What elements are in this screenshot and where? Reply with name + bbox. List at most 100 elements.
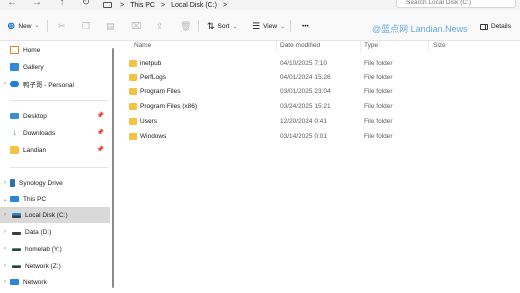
folder-icon (10, 146, 19, 154)
column-header-date-modified[interactable]: Date modified (280, 42, 320, 49)
toolbar-divider (198, 20, 199, 32)
address-bar-row: ← → ↑ ↻ > This PC > Local Disk (C:) > Se… (0, 0, 520, 10)
folder-icon (129, 133, 137, 140)
new-button[interactable]: ⊕ New ⌄ (7, 20, 39, 32)
pin-icon[interactable]: 📌 (97, 146, 104, 153)
file-date: 04/10/2025 7:10 (280, 60, 327, 67)
sidebar-item-landian[interactable]: Landian 📌 (0, 142, 110, 158)
file-type: File folder (364, 88, 393, 95)
share-icon: ⇪ (156, 20, 164, 31)
home-icon (10, 46, 19, 54)
column-header-size[interactable]: Size (433, 42, 446, 49)
details-pane-icon (480, 23, 488, 30)
file-date: 04/01/2024 15:26 (280, 74, 331, 81)
file-list: Name Date modified Type Size inetpub 04/… (120, 41, 520, 293)
folder-icon (129, 74, 137, 81)
sidebar-item-label: Network (Z:) (25, 262, 61, 270)
sidebar-item-onedrive[interactable]: › 鸭子哥 - Personal (0, 76, 110, 92)
file-row[interactable]: Windows 03/14/2025 0:01 File folder (120, 130, 440, 145)
rename-icon: ⌧ (131, 20, 142, 31)
file-row[interactable]: Users 12/20/2024 0:41 File folder (120, 115, 440, 130)
file-name: Users (140, 118, 157, 125)
file-name: Program Files (140, 88, 181, 95)
more-options-button[interactable]: ••• (302, 20, 309, 32)
more-options-icon: ••• (302, 22, 309, 30)
sidebar-item-label: Local Disk (C:) (25, 211, 68, 219)
sidebar-item-label: Synology Drive (19, 179, 63, 187)
sidebar-item-desktop[interactable]: Desktop 📌 (0, 108, 110, 124)
breadcrumb-local-disk[interactable]: Local Disk (C:) (171, 2, 217, 9)
column-divider[interactable] (360, 41, 361, 52)
navigation-pane: Home Gallery › 鸭子哥 - Personal Desktop 📌 … (0, 41, 112, 293)
view-label: View (263, 22, 278, 30)
download-icon: ↓ (12, 128, 17, 137)
trash-icon: 🗑 (180, 20, 192, 31)
chevron-right-icon[interactable]: › (0, 81, 10, 87)
up-arrow-icon[interactable]: ↑ (56, 0, 68, 9)
chevron-down-icon: ⌄ (232, 23, 238, 30)
sidebar-item-network[interactable]: › Network (0, 274, 110, 290)
chevron-right-icon[interactable]: › (0, 246, 10, 252)
sidebar-item-gallery[interactable]: Gallery (0, 59, 110, 75)
column-divider[interactable] (428, 41, 429, 52)
sidebar-item-synology-drive[interactable]: › Synology Drive (0, 175, 110, 191)
chevron-right-icon[interactable]: › (0, 180, 10, 186)
chevron-down-icon: ⌄ (34, 22, 40, 29)
chevron-down-icon[interactable]: ⌄ (0, 196, 10, 203)
breadcrumb-this-pc[interactable]: This PC (130, 2, 155, 9)
local-disk-icon (12, 212, 21, 218)
folder-icon (129, 88, 137, 95)
share-button[interactable]: ⇪ (156, 20, 164, 32)
file-row[interactable]: Program Files 03/01/2025 23:04 File fold… (120, 85, 440, 100)
pin-icon[interactable]: 📌 (97, 129, 104, 136)
toolbar-divider (290, 20, 291, 32)
copy-icon: ❐ (82, 20, 91, 31)
chevron-right-icon[interactable]: › (0, 263, 10, 269)
pin-icon[interactable]: 📌 (97, 112, 104, 119)
breadcrumb-separator: > (223, 1, 228, 9)
disk-icon (12, 231, 21, 235)
search-input[interactable]: Search Local Disk (C:) (396, 0, 516, 8)
breadcrumb-separator: > (161, 1, 166, 9)
file-date: 03/24/2025 15:21 (280, 103, 331, 110)
sidebar-item-network-z[interactable]: › Network (Z:) (0, 258, 110, 274)
file-row[interactable]: PerfLogs 04/01/2024 15:26 File folder (120, 71, 440, 86)
cut-button[interactable]: ✂ (58, 20, 66, 32)
file-type: File folder (364, 133, 393, 140)
sidebar-scrollbar[interactable] (112, 48, 114, 288)
sidebar-item-homelab-y[interactable]: › homelab (Y:) (0, 241, 110, 257)
network-icon (10, 279, 19, 285)
chevron-right-icon[interactable]: › (0, 279, 10, 285)
forward-arrow-icon[interactable]: → (31, 0, 43, 9)
chevron-right-icon[interactable]: › (0, 212, 10, 218)
copy-button[interactable]: ❐ (82, 20, 90, 32)
file-row[interactable]: Program Files (x86) 03/24/2025 15:21 Fil… (120, 100, 440, 115)
synology-icon (10, 179, 15, 187)
file-row[interactable]: inetpub 04/10/2025 7:10 File folder (120, 57, 440, 72)
sidebar-item-label: Data (D:) (25, 228, 52, 236)
folder-icon (129, 103, 137, 110)
sidebar-item-label: 鸭子哥 - Personal (23, 82, 74, 89)
file-name: Program Files (x86) (140, 103, 198, 110)
sidebar-item-data-d[interactable]: › Data (D:) (0, 224, 110, 240)
sort-button[interactable]: ⇅ Sort ⌄ (207, 20, 238, 32)
view-button[interactable]: ☰ View ⌄ (252, 20, 285, 32)
chevron-right-icon[interactable]: › (0, 229, 10, 235)
rename-button[interactable]: ⌧ (131, 20, 141, 32)
delete-button[interactable]: 🗑 (180, 20, 191, 32)
paste-button[interactable]: ▤ (106, 20, 115, 32)
column-header-name[interactable]: Name (134, 42, 151, 49)
column-header-type[interactable]: Type (364, 42, 378, 49)
breadcrumb[interactable]: > This PC > Local Disk (C:) > (103, 0, 227, 10)
refresh-icon[interactable]: ↻ (80, 0, 92, 9)
gallery-icon (10, 63, 19, 71)
details-label: Details (491, 23, 511, 30)
sidebar-item-local-disk-c[interactable]: › Local Disk (C:) (0, 207, 110, 223)
column-divider[interactable] (276, 41, 277, 52)
details-button[interactable]: Details (480, 23, 511, 30)
sidebar-item-home[interactable]: Home (0, 42, 110, 58)
back-arrow-icon[interactable]: ← (6, 0, 18, 9)
sidebar-item-label: Downloads (23, 129, 56, 137)
sidebar-item-this-pc[interactable]: ⌄ This PC (0, 191, 110, 207)
sidebar-item-downloads[interactable]: ↓ Downloads 📌 (0, 125, 110, 141)
